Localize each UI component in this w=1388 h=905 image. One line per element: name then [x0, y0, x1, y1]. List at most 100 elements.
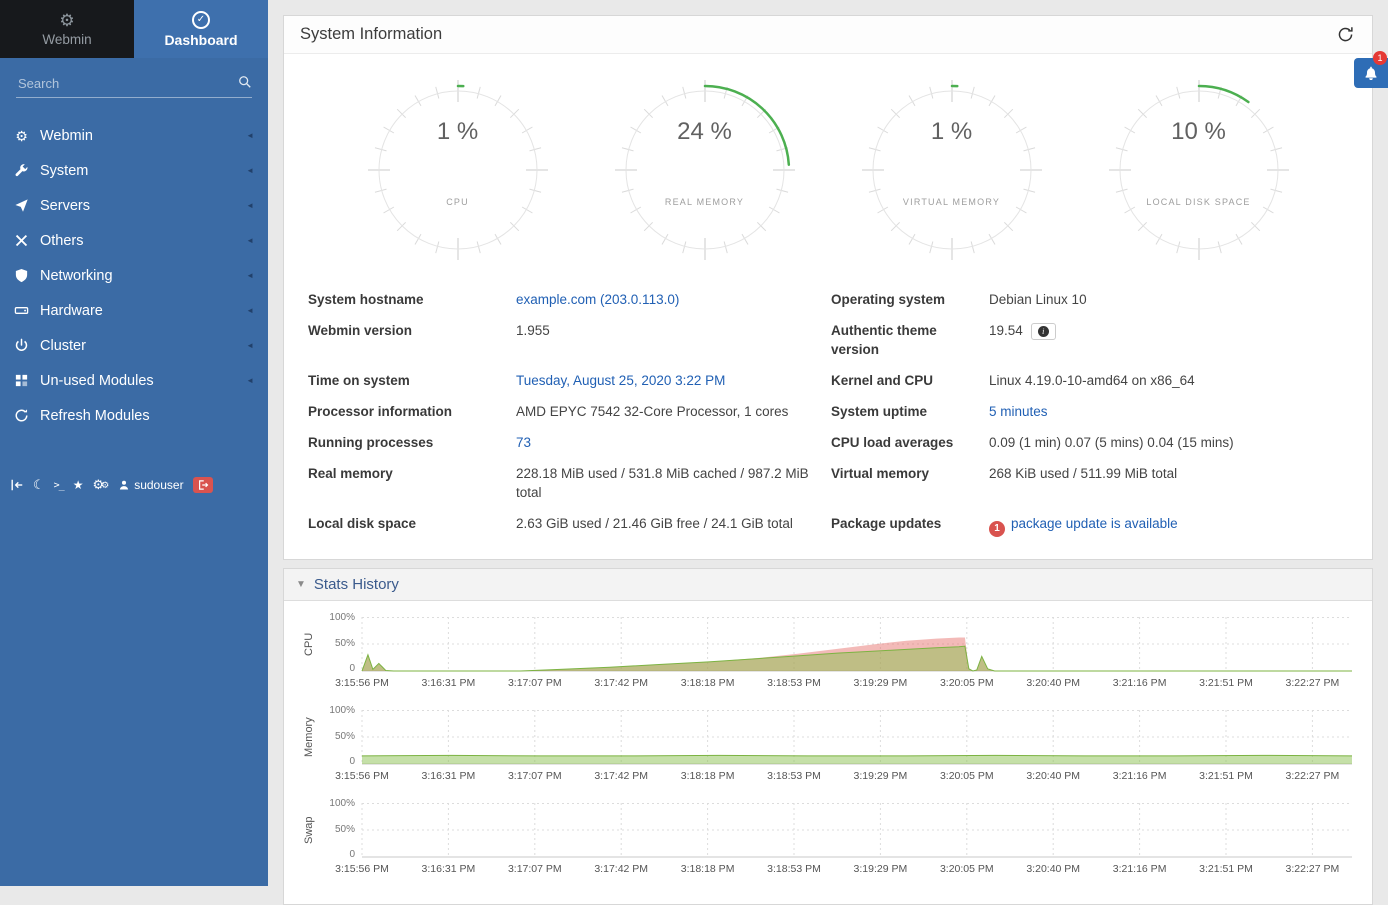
theme-info-button[interactable]: i: [1031, 323, 1056, 340]
svg-text:3:19:29 PM: 3:19:29 PM: [854, 677, 908, 689]
svg-text:3:21:51 PM: 3:21:51 PM: [1199, 770, 1253, 782]
svg-text:3:17:07 PM: 3:17:07 PM: [508, 677, 562, 689]
stats-history-header[interactable]: ▼ Stats History: [284, 569, 1372, 601]
y-tick: 50%: [335, 638, 355, 649]
webmin-logo-icon: ⚙: [59, 12, 74, 29]
info-label: Operating system: [831, 290, 989, 309]
chart-axis-label: CPU: [300, 617, 318, 671]
y-tick: 0: [349, 849, 355, 860]
sidebar-item-cluster[interactable]: Cluster ◄: [0, 328, 268, 363]
svg-text:3:17:42 PM: 3:17:42 PM: [594, 677, 648, 689]
svg-text:3:15:56 PM: 3:15:56 PM: [335, 863, 389, 875]
info-value: 2.63 GiB used / 21.46 GiB free / 24.1 Gi…: [516, 514, 831, 537]
y-tick: 50%: [335, 731, 355, 742]
modules-icon: [14, 373, 29, 388]
info-label: Running processes: [308, 433, 516, 452]
gauge-real-memory: 24 % REAL MEMORY: [613, 78, 797, 262]
info-label: System hostname: [308, 290, 516, 309]
package-updates-count-badge: 1: [989, 521, 1005, 537]
notifications-button[interactable]: 1: [1354, 58, 1388, 88]
gear-icon: ⚙: [14, 129, 29, 143]
logout-button[interactable]: [193, 477, 213, 493]
chart-cpu: CPU 100% 50% 0 3:15:56 PM3:16:31 PM3:17:…: [300, 617, 1352, 691]
sidebar-item-webmin[interactable]: ⚙ Webmin ◄: [0, 118, 268, 153]
svg-text:3:18:18 PM: 3:18:18 PM: [681, 770, 735, 782]
collapse-sidebar-icon[interactable]: [10, 478, 24, 492]
svg-text:3:18:53 PM: 3:18:53 PM: [767, 863, 821, 875]
sidebar-item-label: Cluster: [40, 338, 86, 354]
gauge-cpu: 1 % CPU: [366, 78, 550, 262]
terminal-icon[interactable]: >_: [54, 480, 64, 491]
search-input[interactable]: [16, 72, 252, 98]
svg-text:3:21:16 PM: 3:21:16 PM: [1113, 863, 1167, 875]
tab-dashboard[interactable]: ✓ Dashboard: [134, 0, 268, 58]
package-updates-link[interactable]: package update is available: [1011, 516, 1178, 531]
settings-icon[interactable]: ⚙⚙: [92, 477, 109, 493]
system-info-table: System hostname example.com (203.0.113.0…: [284, 268, 1372, 559]
gauge-value: 1 %: [860, 118, 1044, 146]
sidebar-item-hardware[interactable]: Hardware ◄: [0, 293, 268, 328]
running-processes-link[interactable]: 73: [516, 435, 531, 450]
sidebar-item-label: Un-used Modules: [40, 373, 154, 389]
chevron-left-icon: ◄: [246, 306, 254, 315]
svg-text:3:20:05 PM: 3:20:05 PM: [940, 770, 994, 782]
night-mode-icon[interactable]: ☾: [33, 477, 45, 493]
tools-icon: [14, 233, 29, 248]
sidebar-tabs: ⚙ Webmin ✓ Dashboard: [0, 0, 268, 58]
svg-text:3:19:29 PM: 3:19:29 PM: [854, 863, 908, 875]
info-label: Package updates: [831, 514, 989, 537]
gauge-local-disk-space: 10 % LOCAL DISK SPACE: [1107, 78, 1291, 262]
page-title: System Information: [300, 25, 442, 44]
sidebar-item-label: Networking: [40, 268, 113, 284]
sidebar-item-label: Webmin: [40, 128, 93, 144]
info-label: Virtual memory: [831, 464, 989, 502]
svg-text:3:19:29 PM: 3:19:29 PM: [854, 770, 908, 782]
sidebar-item-networking[interactable]: Networking ◄: [0, 258, 268, 293]
svg-text:3:17:07 PM: 3:17:07 PM: [508, 863, 562, 875]
refresh-button[interactable]: [1335, 24, 1356, 45]
user-menu[interactable]: sudouser: [118, 478, 183, 492]
sidebar-item-label: System: [40, 163, 88, 179]
sidebar-item-servers[interactable]: Servers ◄: [0, 188, 268, 223]
sidebar-item-system[interactable]: System ◄: [0, 153, 268, 188]
chart-plot-area: 3:15:56 PM3:16:31 PM3:17:07 PM3:17:42 PM…: [362, 710, 1352, 784]
gauge-virtual-memory: 1 % VIRTUAL MEMORY: [860, 78, 1044, 262]
info-label: CPU load averages: [831, 433, 989, 452]
tab-webmin-label: Webmin: [42, 32, 91, 47]
username-label: sudouser: [134, 478, 183, 492]
notification-count-badge: 1: [1373, 51, 1387, 65]
main-content: System Information 1 % CPU 24 % REAL MEM…: [268, 0, 1388, 886]
y-tick: 0: [349, 756, 355, 767]
info-value: Linux 4.19.0-10-amd64 on x86_64: [989, 371, 1348, 390]
chart-y-axis: 100% 50% 0: [318, 710, 362, 764]
svg-text:3:20:40 PM: 3:20:40 PM: [1026, 677, 1080, 689]
gauge-value: 10 %: [1107, 118, 1291, 146]
chevron-left-icon: ◄: [246, 341, 254, 350]
uptime-link[interactable]: 5 minutes: [989, 404, 1048, 419]
stats-history-panel: ▼ Stats History CPU 100% 50% 0 3:15:56 P…: [283, 568, 1373, 905]
sidebar-item-others[interactable]: Others ◄: [0, 223, 268, 258]
gauge-value: 24 %: [613, 118, 797, 146]
tab-webmin[interactable]: ⚙ Webmin: [0, 0, 134, 58]
y-tick: 100%: [329, 612, 355, 623]
logout-icon: [197, 479, 209, 491]
hostname-link[interactable]: example.com (203.0.113.0): [516, 292, 679, 307]
sidebar-item-unused-modules[interactable]: Un-used Modules ◄: [0, 363, 268, 398]
chart-plot-area: 3:15:56 PM3:16:31 PM3:17:07 PM3:17:42 PM…: [362, 803, 1352, 877]
y-tick: 0: [349, 663, 355, 674]
chevron-left-icon: ◄: [246, 166, 254, 175]
hard-drive-icon: [14, 303, 29, 318]
chart-swap: Swap 100% 50% 0 3:15:56 PM3:16:31 PM3:17…: [300, 803, 1352, 877]
sidebar-item-refresh-modules[interactable]: Refresh Modules: [0, 398, 268, 433]
svg-text:3:17:07 PM: 3:17:07 PM: [508, 770, 562, 782]
time-on-system-link[interactable]: Tuesday, August 25, 2020 3:22 PM: [516, 373, 725, 388]
wrench-icon: [14, 163, 29, 178]
svg-text:3:18:53 PM: 3:18:53 PM: [767, 677, 821, 689]
system-information-header: System Information: [284, 16, 1372, 54]
info-value: 1.955: [516, 321, 831, 359]
shield-icon: [14, 268, 29, 283]
chart-axis-label: Memory: [300, 710, 318, 764]
favorites-icon[interactable]: ★: [73, 478, 84, 492]
gauge-value: 1 %: [366, 118, 550, 146]
tab-dashboard-label: Dashboard: [164, 32, 237, 48]
